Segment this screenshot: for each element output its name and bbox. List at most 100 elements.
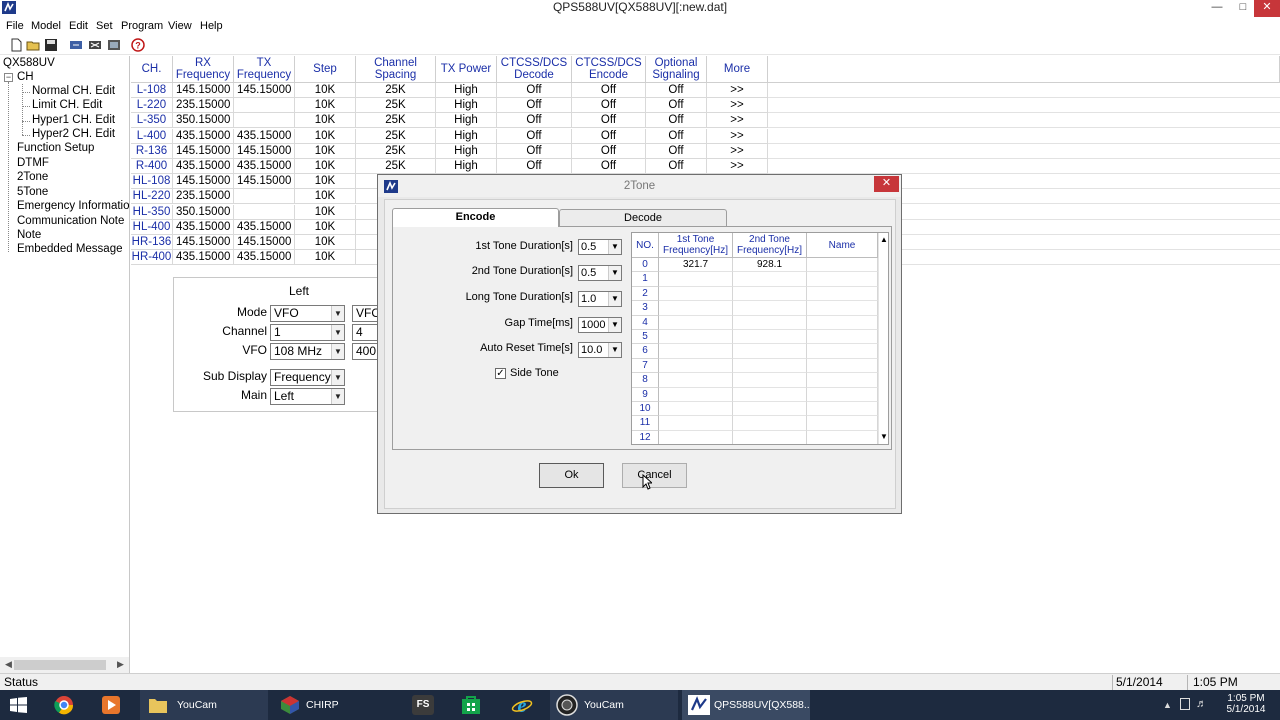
tone-cell-name[interactable] [807,301,878,316]
grid-header-ch[interactable]: CH. [131,56,173,83]
grid-cell-decode[interactable]: Off [497,98,572,114]
grid-cell-more[interactable]: >> [707,159,768,174]
grid-header-tx[interactable]: TX Frequency [234,56,295,83]
tree-item-emergency-information[interactable]: Emergency Information [17,200,129,212]
grid-cell-rx[interactable]: 145.15000 [173,143,234,159]
taskbar-chrome[interactable] [44,690,86,720]
tone-cell-first-tone[interactable] [659,387,733,402]
cancel-button[interactable]: Cancel [622,463,687,488]
grid-cell-tx[interactable]: 435.15000 [234,250,295,266]
scroll-right-icon[interactable]: ▶ [117,659,124,670]
tone-cell-name[interactable] [807,430,878,444]
settings-icon[interactable] [107,38,121,52]
tone-cell-name[interactable] [807,416,878,431]
tone-cell-name[interactable] [807,330,878,345]
help-icon[interactable]: ? [131,38,145,52]
grid-cell-step[interactable]: 10K [295,235,356,250]
scroll-thumb[interactable] [14,660,106,670]
tree-item-normal-ch-edit[interactable]: Normal CH. Edit [32,85,115,97]
tone-cell-first-tone[interactable] [659,402,733,417]
grid-cell-step[interactable]: 10K [295,113,356,129]
tone-cell-first-tone[interactable] [659,286,733,302]
long-tone-duration-select[interactable]: 1.0 ▼ [578,291,622,307]
grid-cell-step[interactable]: 10K [295,174,356,190]
tone-cell-name[interactable] [807,358,878,374]
grid-cell-spacing[interactable]: 25K [356,143,436,159]
grid-cell-ch[interactable]: R-400 [131,159,173,174]
grid-cell-signaling[interactable]: Off [646,98,707,114]
grid-cell-step[interactable]: 10K [295,250,356,266]
tree-item-function-setup[interactable]: Function Setup [17,142,94,154]
read-radio-icon[interactable] [69,38,83,52]
tree-item-5tone[interactable]: 5Tone [17,186,48,198]
tone-cell-first-tone[interactable] [659,373,733,388]
grid-cell-step[interactable]: 10K [295,83,356,98]
tray-clock[interactable]: 1:05 PM 5/1/2014 [1216,693,1276,715]
grid-cell-step[interactable]: 10K [295,98,356,114]
grid-cell-power[interactable]: High [436,159,497,174]
grid-cell-more[interactable]: >> [707,128,768,144]
grid-cell-tx[interactable]: 435.15000 [234,219,295,235]
grid-cell-spacing[interactable]: 25K [356,83,436,98]
tone-cell-second-tone[interactable] [733,286,807,302]
vfo-select[interactable]: 108 MHz ▼ [270,343,345,360]
grid-header-encode[interactable]: CTCSS/DCS Encode [572,56,646,83]
tree-item-limit-ch-edit[interactable]: Limit CH. Edit [32,99,102,111]
ok-button[interactable]: Ok [539,463,604,488]
tone-cell-second-tone[interactable] [733,330,807,345]
grid-cell-rx[interactable]: 435.15000 [173,219,234,235]
grid-cell-step[interactable]: 10K [295,219,356,235]
grid-header-step[interactable]: Step [295,56,356,83]
grid-cell-step[interactable]: 10K [295,189,356,205]
tone-cell-name[interactable] [807,387,878,402]
tree-item-dtmf[interactable]: DTMF [17,157,49,169]
tab-encode[interactable]: Encode [392,208,559,227]
tone-cell-second-tone[interactable] [733,430,807,444]
menu-model[interactable]: Model [31,20,61,32]
grid-cell-tx[interactable] [234,189,295,205]
second-tone-duration-select[interactable]: 0.5 ▼ [578,265,622,281]
tone-cell-second-tone[interactable] [733,272,807,287]
tree-root[interactable]: QX588UV [3,57,55,69]
tone-header-second-tone[interactable]: 2nd Tone Frequency[Hz] [733,233,807,258]
taskbar-fs[interactable]: FS [406,690,442,720]
scroll-down-icon[interactable]: ▼ [880,432,888,441]
tone-cell-name[interactable] [807,286,878,302]
tone-cell-first-tone[interactable] [659,315,733,330]
tree-item-note[interactable]: Note [17,229,41,241]
menu-set[interactable]: Set [96,20,113,32]
grid-cell-step[interactable]: 10K [295,143,356,159]
tone-cell-second-tone[interactable] [733,416,807,431]
grid-cell-rx[interactable]: 145.15000 [173,235,234,250]
grid-cell-step[interactable]: 10K [295,128,356,144]
grid-cell-ch[interactable]: HL-350 [131,204,173,220]
side-tone-checkbox[interactable]: ✓ [495,368,506,379]
grid-cell-tx[interactable]: 145.15000 [234,83,295,98]
grid-cell-more[interactable]: >> [707,83,768,98]
tab-decode[interactable]: Decode [559,209,727,226]
taskbar-media[interactable] [92,690,132,720]
grid-cell-step[interactable]: 10K [295,204,356,220]
new-file-icon[interactable] [9,38,23,52]
tree-item-hyper1-ch-edit[interactable]: Hyper1 CH. Edit [32,114,115,126]
grid-cell-encode[interactable]: Off [572,113,646,129]
scroll-left-icon[interactable]: ◀ [5,659,12,670]
dialog-close-button[interactable]: ✕ [874,176,899,192]
tree-item-communication-note[interactable]: Communication Note [17,215,124,227]
grid-cell-encode[interactable]: Off [572,83,646,98]
menu-program[interactable]: Program [121,20,163,32]
grid-cell-ch[interactable]: R-136 [131,143,173,159]
grid-cell-tx[interactable]: 435.15000 [234,159,295,174]
grid-cell-rx[interactable]: 435.15000 [173,159,234,174]
tone-cell-second-tone[interactable] [733,301,807,316]
auto-reset-time-select[interactable]: 10.0 ▼ [578,342,622,358]
grid-cell-power[interactable]: High [436,113,497,129]
grid-cell-rx[interactable]: 145.15000 [173,174,234,190]
taskbar-chirp[interactable]: CHIRP [272,690,400,720]
grid-cell-signaling[interactable]: Off [646,128,707,144]
grid-cell-decode[interactable]: Off [497,83,572,98]
grid-cell-signaling[interactable]: Off [646,113,707,129]
grid-header-decode[interactable]: CTCSS/DCS Decode [497,56,572,83]
tray-arrow-icon[interactable]: ▲ [1163,700,1172,710]
grid-cell-rx[interactable]: 350.15000 [173,204,234,220]
